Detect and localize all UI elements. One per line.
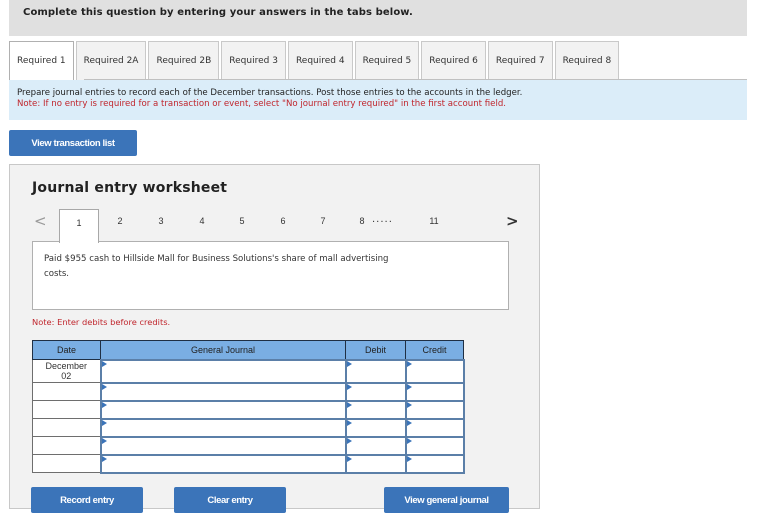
debit-input[interactable]: [344, 435, 407, 456]
tab-required-2b[interactable]: Required 2B: [148, 41, 220, 80]
dropdown-indicator-icon: [101, 401, 107, 408]
date-day: 02: [61, 371, 72, 381]
description-note: Note: If no entry is required for a tran…: [17, 99, 507, 109]
transaction-description-box: Paid $955 cash to Hillside Mall for Busi…: [32, 241, 509, 310]
table-row: [32, 381, 465, 402]
credit-input[interactable]: [404, 453, 465, 474]
dropdown-indicator-icon: [406, 360, 412, 367]
transaction-text: Paid $955 cash to Hillside Mall for Busi…: [44, 254, 389, 279]
dropdown-indicator-icon: [346, 419, 352, 426]
dropdown-indicator-icon: [101, 437, 107, 444]
pager-page-3[interactable]: 3: [151, 216, 171, 226]
journal-table: Date General Journal Debit Credit Decemb…: [32, 340, 465, 474]
journal-entry-worksheet: Journal entry worksheet < 1 2 3 4 5 6 7 …: [9, 164, 541, 513]
worksheet-title: Journal entry worksheet: [32, 180, 228, 196]
credit-input[interactable]: [404, 435, 465, 456]
tab-required-5[interactable]: Required 5: [354, 41, 420, 80]
date-cell: [32, 436, 101, 455]
clear-entry-button[interactable]: Clear entry: [174, 487, 286, 513]
description-text: Prepare journal entries to record each o…: [17, 88, 523, 98]
credit-input[interactable]: [404, 399, 465, 420]
dropdown-indicator-icon: [101, 419, 107, 426]
pager-page-5[interactable]: 5: [232, 216, 252, 226]
dropdown-indicator-icon: [101, 383, 107, 390]
header-credit: Credit: [405, 340, 464, 360]
debit-input[interactable]: [344, 399, 407, 420]
account-input[interactable]: [99, 399, 347, 420]
tab-required-2a[interactable]: Required 2A: [75, 41, 147, 80]
date-cell: [32, 418, 101, 437]
tab-required-4[interactable]: Required 4: [287, 41, 353, 80]
credit-input[interactable]: [404, 417, 465, 438]
date-cell: [32, 382, 101, 401]
pager-page-label: 1: [76, 218, 82, 228]
dropdown-indicator-icon: [346, 401, 352, 408]
pager-page-6[interactable]: 6: [273, 216, 293, 226]
account-input[interactable]: [99, 417, 347, 438]
dropdown-indicator-icon: [406, 383, 412, 390]
view-transaction-list-button[interactable]: View transaction list: [9, 130, 137, 156]
debit-input[interactable]: [344, 381, 407, 402]
dropdown-indicator-icon: [101, 360, 107, 367]
pager-page-7[interactable]: 7: [313, 216, 333, 226]
pager-page-4[interactable]: 4: [192, 216, 212, 226]
transaction-pager: < 1 2 3 4 5 6 7 8 ..... 11 >: [10, 209, 541, 243]
journal-table-header: Date General Journal Debit Credit: [32, 340, 464, 360]
dropdown-indicator-icon: [346, 455, 352, 462]
dropdown-indicator-icon: [346, 383, 352, 390]
tab-required-6[interactable]: Required 6: [421, 41, 486, 80]
date-month: December: [45, 361, 87, 371]
debit-input[interactable]: [344, 417, 407, 438]
view-general-journal-button[interactable]: View general journal: [384, 487, 509, 513]
dropdown-indicator-icon: [406, 455, 412, 462]
requirement-tabs: Required 1 Required 2A Required 2B Requi…: [9, 41, 621, 81]
debits-note: Note: Enter debits before credits.: [32, 317, 171, 327]
dropdown-indicator-icon: [406, 401, 412, 408]
table-row: [32, 399, 465, 420]
dropdown-indicator-icon: [346, 360, 352, 367]
pager-ellipsis: .....: [372, 214, 393, 225]
dropdown-indicator-icon: [101, 455, 107, 462]
account-input[interactable]: [99, 381, 347, 402]
pager-page-11[interactable]: 11: [424, 216, 444, 226]
table-row: December 02: [32, 358, 465, 384]
dropdown-indicator-icon: [406, 437, 412, 444]
account-input[interactable]: [99, 453, 347, 474]
table-row: [32, 453, 465, 474]
date-cell: December 02: [32, 359, 101, 383]
date-cell: [32, 454, 101, 473]
instructions-bar: Complete this question by entering your …: [9, 0, 747, 36]
tab-required-1[interactable]: Required 1: [9, 41, 74, 81]
header-debit: Debit: [345, 340, 406, 360]
account-input[interactable]: [99, 358, 347, 384]
credit-input[interactable]: [404, 358, 465, 384]
tab-required-7[interactable]: Required 7: [487, 41, 553, 80]
chevron-left-icon[interactable]: <: [34, 212, 47, 230]
requirement-description: Prepare journal entries to record each o…: [9, 80, 747, 120]
chevron-right-icon[interactable]: >: [506, 212, 519, 230]
pager-page-8[interactable]: 8: [352, 216, 372, 226]
debit-input[interactable]: [344, 358, 407, 384]
pager-page-2[interactable]: 2: [110, 216, 130, 226]
pager-page-1[interactable]: 1: [59, 209, 99, 243]
header-general-journal: General Journal: [100, 340, 346, 360]
credit-input[interactable]: [404, 381, 465, 402]
table-row: [32, 417, 465, 438]
tab-required-8[interactable]: Required 8: [554, 41, 620, 80]
record-entry-button[interactable]: Record entry: [31, 487, 143, 513]
dropdown-indicator-icon: [406, 419, 412, 426]
account-input[interactable]: [99, 435, 347, 456]
instructions-text: Complete this question by entering your …: [23, 7, 413, 18]
debit-input[interactable]: [344, 453, 407, 474]
dropdown-indicator-icon: [346, 437, 352, 444]
header-date: Date: [32, 340, 101, 360]
table-row: [32, 435, 465, 456]
tab-required-3[interactable]: Required 3: [221, 41, 286, 80]
date-cell: [32, 400, 101, 419]
